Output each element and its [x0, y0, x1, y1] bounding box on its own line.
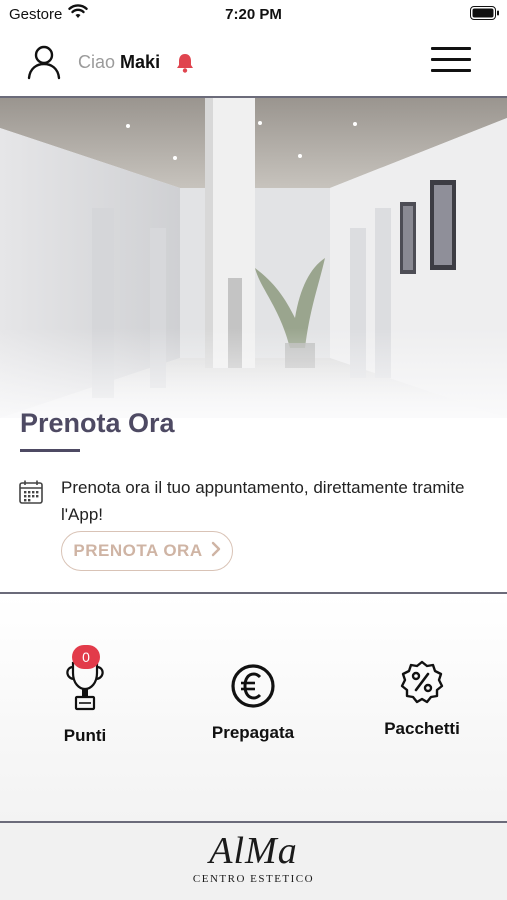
booking-title: Prenota Ora — [20, 408, 175, 438]
menu-line-icon — [431, 69, 471, 72]
prepagata-label: Prepagata — [211, 723, 295, 742]
bell-icon[interactable] — [174, 52, 196, 79]
hero-image — [0, 98, 507, 418]
chevron-right-icon — [211, 541, 221, 562]
greeting-text: Ciao Maki — [78, 52, 160, 73]
euro-coin-icon — [229, 664, 277, 714]
greeting-label: Ciao — [78, 52, 116, 72]
clock: 7:20 PM — [225, 6, 282, 23]
booking-description: Prenota ora il tuo appuntamento, diretta… — [61, 478, 465, 524]
prenota-ora-button[interactable]: PRENOTA ORA — [61, 531, 233, 571]
status-bar: Gestore 7:20 PM — [0, 0, 507, 30]
logo-sub-text: CENTRO ESTETICO — [192, 873, 315, 885]
card-divider — [0, 592, 507, 594]
title-underline — [20, 449, 80, 452]
menu-line-icon — [431, 47, 471, 50]
pacchetti-label: Pacchetti — [384, 719, 460, 738]
points-count-badge: 0 — [72, 645, 100, 669]
prepagata-tile[interactable]: Prepagata — [183, 662, 323, 743]
trophy-icon — [63, 661, 107, 717]
menu-line-icon — [431, 58, 471, 61]
user-profile-icon[interactable] — [26, 44, 62, 85]
logo-main-text: AlMa — [209, 830, 298, 872]
cta-label: PRENOTA ORA — [73, 541, 203, 560]
app-header: Ciao Maki — [0, 30, 507, 96]
hero-fade-overlay — [0, 328, 507, 418]
calendar-icon — [18, 479, 44, 510]
user-name: Maki — [120, 52, 161, 72]
battery-icon — [470, 6, 500, 25]
alma-logo: AlMa CENTRO ESTETICO — [0, 831, 507, 885]
hamburger-menu-button[interactable] — [431, 47, 471, 77]
punti-label: Punti — [63, 726, 107, 745]
footer: AlMa CENTRO ESTETICO — [0, 823, 507, 900]
discount-badge-icon — [398, 660, 446, 710]
pacchetti-tile[interactable]: Pacchetti — [352, 658, 492, 739]
